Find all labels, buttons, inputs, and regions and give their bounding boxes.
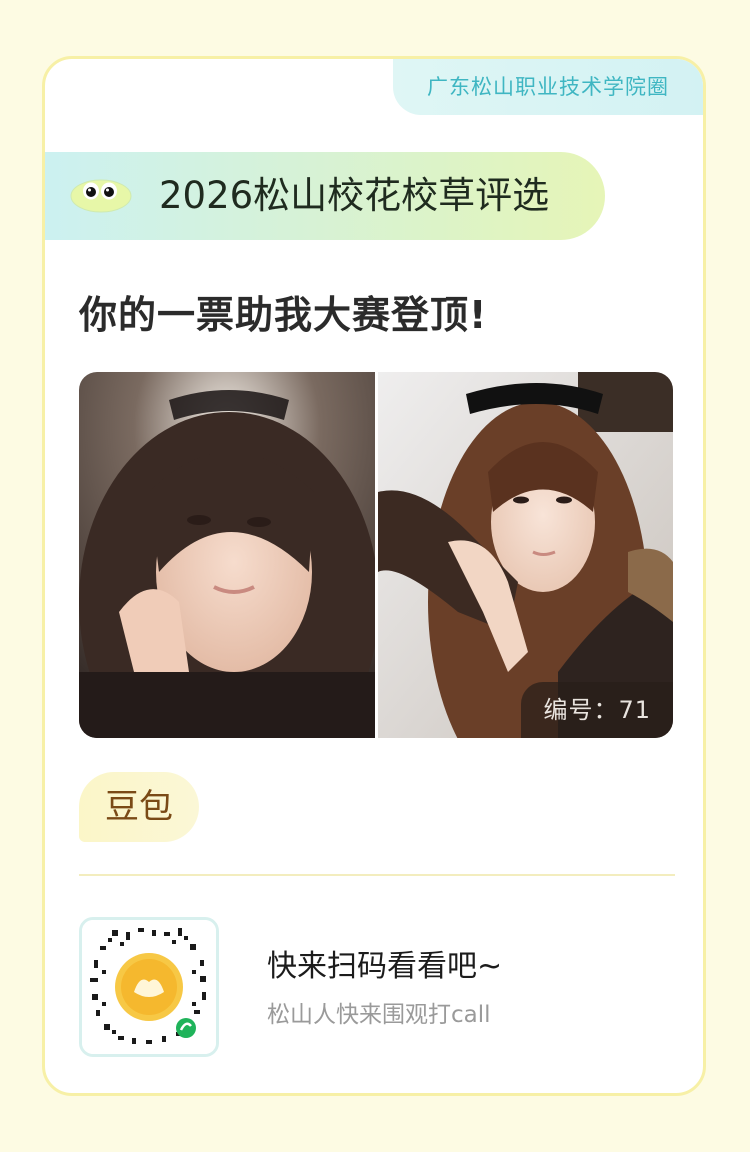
contest-title: 2026松山校花校草评选 — [159, 174, 550, 217]
contestant-photo-2[interactable]: 编号：71 — [378, 372, 673, 738]
contestant-name: 豆包 — [79, 772, 199, 842]
poster-page: 广东松山职业技术学院圈 2026松山校花校草评选 你的一票助我大赛登顶! 编号：… — [0, 0, 750, 1152]
mini-program-qr-code-icon[interactable] — [79, 917, 219, 1057]
cta-subtitle: 松山人快来围观打call — [267, 1002, 491, 1028]
qr-code-graphic — [82, 920, 216, 1054]
cta-title: 快来扫码看看吧~ — [267, 949, 503, 984]
slogan-heading: 你的一票助我大赛登顶! — [79, 293, 488, 337]
contestant-photo-1[interactable] — [79, 372, 375, 738]
title-banner: 2026松山校花校草评选 — [45, 152, 605, 240]
photo-1-image — [79, 372, 375, 738]
contestant-number-badge: 编号：71 — [521, 682, 673, 738]
poster-card: 广东松山职业技术学院圈 2026松山校花校草评选 你的一票助我大赛登顶! 编号：… — [42, 56, 706, 1096]
cartoon-eyes-icon — [70, 179, 132, 213]
section-divider — [79, 874, 675, 876]
school-circle-tag[interactable]: 广东松山职业技术学院圈 — [393, 59, 703, 115]
